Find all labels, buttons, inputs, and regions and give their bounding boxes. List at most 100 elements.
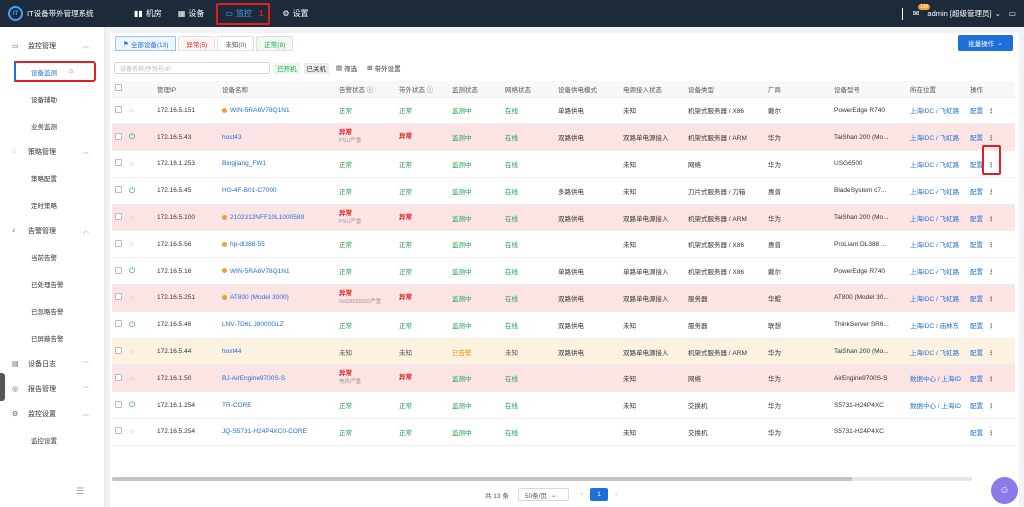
name-cell[interactable]: hp-dl388-55 [219, 230, 336, 259]
row-checkbox[interactable] [112, 204, 126, 232]
power-cell[interactable]: ○ [126, 338, 154, 366]
name-cell[interactable]: HG-4F-B01-C7000 [219, 177, 336, 205]
config-button[interactable]: 配置 [970, 323, 983, 330]
config-button[interactable]: 配置 [970, 269, 983, 276]
config-button[interactable]: 配置 [970, 162, 983, 169]
location-cell[interactable]: 上海IDC / 飞虹路 [907, 123, 967, 152]
device-name-link[interactable]: BJ-AirEngine9700S-S [222, 375, 285, 382]
power-cell[interactable]: ○ [126, 97, 154, 125]
tab-all[interactable]: ⚑ 全部设备(13) [115, 36, 177, 51]
more-menu-icon[interactable]: ⋮ [988, 269, 995, 276]
scrollbar-thumb[interactable] [112, 477, 852, 481]
device-name-link[interactable]: WIN-5RA6V78Q1N1 [230, 107, 290, 114]
nav-devices[interactable]: ▦ 设备 [170, 0, 213, 27]
row-checkbox[interactable] [112, 257, 126, 286]
power-cell[interactable]: ⏻ [126, 257, 154, 286]
config-button[interactable]: 配置 [970, 430, 983, 437]
user-name[interactable]: admin [超级管理员] [927, 8, 991, 19]
row-checkbox[interactable] [112, 150, 126, 178]
sidebar-item-ignored-alarm[interactable]: 已忽略告警 [0, 297, 104, 324]
config-button[interactable]: 配置 [970, 216, 983, 223]
table-row[interactable]: ⏻ 172.16.5.46 LNV-7D6L J8000GLZ 正常 正常 监测中 在线 双路… [112, 311, 1015, 339]
more-menu-icon[interactable]: ⋮ [988, 216, 995, 223]
chat-assistant-button[interactable]: ☺ [991, 477, 1018, 504]
more-menu-icon[interactable]: ⋮ [988, 135, 995, 142]
info-icon[interactable]: ⓘ [365, 87, 374, 94]
name-cell[interactable]: Bingjiang_FW1 [219, 150, 336, 178]
table-row[interactable]: ○ 172.16.5.251 AT800 (Model 3000) 异常 0x03000… [112, 284, 1015, 312]
powered-off-filter[interactable]: 已关机 [303, 62, 329, 74]
name-cell[interactable]: JQ-S5731-H24P4XC0-CORE [219, 418, 336, 446]
name-cell[interactable]: TR-CORE [219, 391, 336, 420]
row-checkbox[interactable] [112, 177, 126, 205]
power-cell[interactable]: ○ [126, 418, 154, 446]
location-cell[interactable]: 数据中心 / 上海ID [907, 364, 967, 393]
power-cell[interactable]: ○ [126, 284, 154, 312]
sidebar-item-device-monitor[interactable]: 设备监测 ⌂ [0, 58, 104, 85]
next-page-button[interactable]: › [615, 491, 617, 498]
config-button[interactable]: 配置 [970, 403, 983, 410]
more-menu-icon[interactable]: ⋮ [988, 323, 995, 330]
device-name-link[interactable]: LNV-7D6L J8000GLZ [222, 321, 284, 328]
more-menu-icon[interactable]: ⋮ [988, 189, 995, 196]
sidebar-item-policy-config[interactable]: 策略配置 [0, 164, 104, 191]
device-name-link[interactable]: WIN-5RA6V78Q1N1 [230, 268, 290, 275]
device-name-link[interactable]: 2102312NFF10L1000589 [230, 214, 304, 221]
more-menu-icon[interactable]: ⋮ [988, 350, 995, 357]
nav-machine-room[interactable]: ▮▮ 机房 [126, 0, 170, 27]
select-all-checkbox[interactable] [112, 81, 126, 98]
config-button[interactable]: 配置 [970, 376, 983, 383]
device-name-link[interactable]: host44 [222, 348, 242, 355]
config-button[interactable]: 配置 [970, 189, 983, 196]
tab-normal[interactable]: 正常(8) [256, 36, 294, 51]
nav-monitor[interactable]: ▭ 监控 [223, 0, 254, 27]
location-cell[interactable]: 数据中心 / 上海ID [907, 391, 967, 420]
name-cell[interactable]: WIN-5RA6V78Q1N1 [219, 257, 336, 286]
table-row[interactable]: ○ 172.16.5.151 WIN-5RA6V78Q1N1 正常 正常 监测中 在线 单路供… [112, 97, 1015, 125]
sidebar-item-business[interactable]: 业务监测 [0, 112, 104, 139]
sidebar-item-blocked-alarm[interactable]: 已屏蔽告警 [0, 324, 104, 351]
sidebar-group-monitor[interactable]: ▭ 监控管理 ︿ [0, 33, 104, 58]
more-menu-icon[interactable]: ⋮ [988, 242, 995, 249]
home-icon[interactable]: ⌂ [69, 68, 73, 75]
table-row[interactable]: ⏻ 172.16.1.254 TR-CORE 正常 正常 监测中 在线 未知 交换机 华为 S573… [112, 391, 1015, 420]
device-name-link[interactable]: host43 [222, 134, 242, 141]
location-cell[interactable]: 上海IDC / 飞虹路 [907, 284, 967, 312]
location-cell[interactable]: 上海IDC / 飞虹路 [907, 204, 967, 232]
table-row[interactable]: ⏻ 172.16.5.16 WIN-5RA6V78Q1N1 正常 正常 监测中 在线 单路供电… [112, 257, 1015, 286]
location-cell[interactable]: 上海IDC / 飞虹路 [907, 257, 967, 286]
row-checkbox[interactable] [112, 311, 126, 339]
info-icon[interactable]: ⓘ [425, 87, 434, 94]
config-button[interactable]: 配置 [970, 296, 983, 303]
power-cell[interactable]: ○ [126, 150, 154, 178]
table-row[interactable]: ○ 172.16.1.50 BJ-AirEngine9700S-S 异常 电热严重 异常监… [112, 364, 1015, 393]
name-cell[interactable]: host44 [219, 338, 336, 366]
device-name-link[interactable]: Bingjiang_FW1 [222, 160, 266, 167]
name-cell[interactable]: AT800 (Model 3000) [219, 284, 336, 312]
row-checkbox[interactable] [112, 391, 126, 420]
batch-action-button[interactable]: 批量操作 ⌄ [958, 35, 1013, 51]
more-menu-icon[interactable]: ⋮ [988, 403, 995, 410]
tab-error[interactable]: 异常(5) [178, 36, 216, 51]
power-cell[interactable]: ⏻ [126, 177, 154, 205]
name-cell[interactable]: LNV-7D6L J8000GLZ [219, 311, 336, 339]
powered-on-filter[interactable]: 已开机 [274, 62, 300, 74]
sidebar-item-current-alarm[interactable]: 当前告警 [0, 243, 104, 270]
sidebar-group-report[interactable]: ◎ 报告管理 ﹀ [0, 376, 104, 401]
sidebar-item-timed-policy[interactable]: 定时策略 [0, 191, 104, 218]
sidebar-group-alarm[interactable]: ♪ 告警管理 ︿ [0, 218, 104, 243]
table-row[interactable]: ○ 172.16.5.254 JQ-S5731-H24P4XC0-CORE 正常 正常监… [112, 418, 1015, 446]
screen-icon[interactable]: ▭ [1009, 9, 1016, 18]
sidebar-item-device-aux[interactable]: 设备辅助 [0, 85, 104, 112]
page-size-select[interactable]: 50条/页 ⌄ [517, 488, 569, 501]
nav-settings[interactable]: ⚙ 设置 [274, 0, 316, 27]
location-cell[interactable] [907, 418, 967, 446]
sidebar-group-monitor-settings[interactable]: ⚙ 监控设置 ︿ [0, 401, 104, 426]
search-input[interactable]: 设备名称/序列号/IP [114, 62, 270, 74]
name-cell[interactable]: WIN-5RA6V78Q1N1 [219, 97, 336, 125]
row-checkbox[interactable] [112, 364, 126, 393]
horizontal-scrollbar[interactable] [112, 477, 972, 481]
oob-settings-button[interactable]: ⊞ 带外设置 [364, 63, 403, 74]
more-menu-icon[interactable]: ⋮ [988, 430, 995, 437]
user-menu-icon[interactable]: ⌄ [995, 9, 1001, 18]
